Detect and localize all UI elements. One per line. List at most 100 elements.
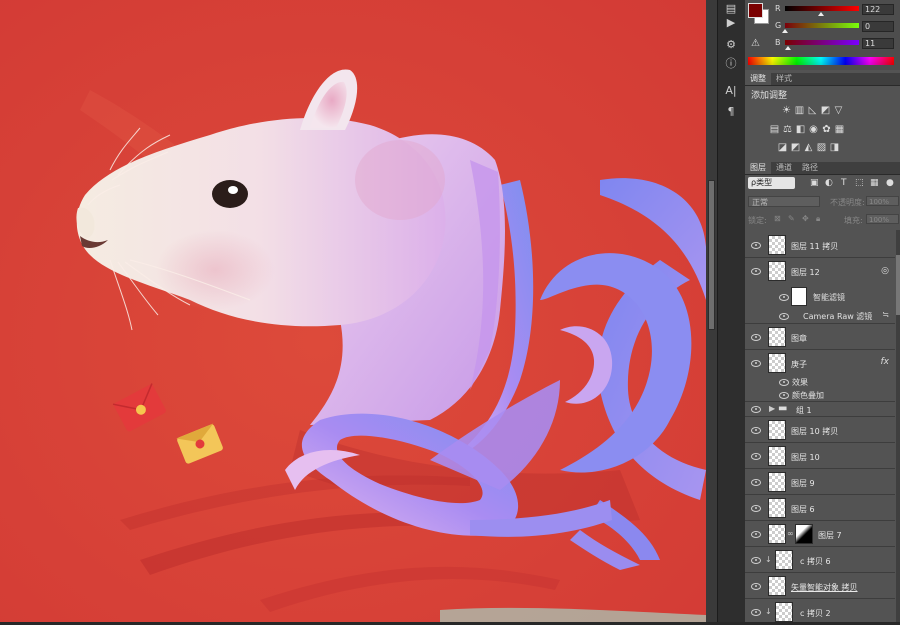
canvas-vertical-scrollbar[interactable] [706, 0, 717, 622]
lock-pixels-icon[interactable]: ✎ [788, 214, 795, 223]
tab-adjustments[interactable]: 调整 [745, 73, 771, 85]
clipping-mask-icon: ↓ [765, 607, 772, 616]
character-icon[interactable]: A| [723, 84, 739, 98]
visibility-eye-icon[interactable] [751, 609, 761, 616]
layer-row[interactable]: ∞ 图层 7 [745, 521, 895, 547]
lock-transparent-icon[interactable]: ⊠ [774, 214, 781, 223]
visibility-eye-icon[interactable] [751, 242, 761, 249]
layer-row[interactable]: 矢量智能对象 拷贝 [745, 573, 895, 599]
filter-adjustment-icon[interactable]: ◐ [825, 178, 833, 188]
threshold-icon[interactable]: ◭ [803, 142, 814, 153]
blue-channel-slider[interactable] [785, 40, 859, 45]
mask-link-icon[interactable]: ∞ [787, 529, 794, 538]
visibility-eye-icon[interactable] [751, 406, 761, 413]
color-balance-icon[interactable]: ⚖ [782, 124, 793, 135]
channel-mixer-icon[interactable]: ✿ [821, 124, 832, 135]
tab-layers[interactable]: 图层 [745, 162, 771, 174]
info-icon[interactable]: ⓘ [723, 57, 739, 71]
filter-options-icon[interactable]: ≒ [882, 310, 889, 319]
green-value-input[interactable]: 0 [862, 21, 894, 32]
layer-row[interactable]: 图层 6 [745, 495, 895, 521]
smart-filter-badge-icon[interactable]: ◎ [881, 266, 889, 276]
red-channel-slider[interactable] [785, 6, 859, 11]
effects-row[interactable]: 效果 [745, 376, 895, 389]
layer-row[interactable]: 庚子 fx [745, 350, 895, 376]
visibility-eye-icon[interactable] [751, 453, 761, 460]
layer-row[interactable]: ↓ c 拷贝 2 [745, 599, 895, 625]
brightness-icon[interactable]: ☀ [781, 105, 792, 116]
group-row[interactable]: ▶ ▬ 组 1 [745, 402, 895, 417]
layer-row[interactable]: 图章 [745, 324, 895, 350]
tab-styles[interactable]: 样式 [771, 73, 797, 85]
opacity-input[interactable]: 100% [866, 196, 899, 206]
vibrance-icon[interactable]: ▽ [833, 105, 844, 116]
fill-input[interactable]: 100% [866, 214, 899, 224]
hue-saturation-icon[interactable]: ▤ [769, 124, 780, 135]
visibility-eye-icon[interactable] [779, 392, 789, 399]
lock-row: 锁定: ⊠ ✎ ✥ 🔒︎ 填充: 100% [748, 214, 899, 226]
visibility-eye-icon[interactable] [779, 379, 789, 386]
layer-effects-fx-icon[interactable]: fx [881, 357, 890, 367]
filter-row[interactable]: Camera Raw 滤镜 ≒ [745, 308, 895, 324]
layer-row[interactable]: 图层 9 [745, 469, 895, 495]
levels-icon[interactable]: ▥ [794, 105, 805, 116]
visibility-eye-icon[interactable] [751, 360, 761, 367]
lock-all-icon[interactable]: 🔒︎ [816, 214, 820, 224]
lock-position-icon[interactable]: ✥ [802, 214, 809, 223]
green-channel-slider[interactable] [785, 23, 859, 28]
visibility-eye-icon[interactable] [751, 557, 761, 564]
history-icon[interactable]: ▤ [723, 2, 739, 16]
gradient-map-icon[interactable]: ▨ [816, 142, 827, 153]
visibility-eye-icon[interactable] [751, 268, 761, 275]
layer-row[interactable]: 图层 10 [745, 443, 895, 469]
exposure-icon[interactable]: ◩ [820, 105, 831, 116]
layers-scrollbar[interactable] [896, 230, 900, 622]
color-spectrum-ramp[interactable] [748, 57, 894, 65]
effect-row[interactable]: 颜色叠加 [745, 389, 895, 402]
foreground-color-swatch[interactable] [748, 3, 763, 18]
scroll-thumb[interactable] [708, 180, 715, 330]
blue-slider-thumb[interactable] [784, 46, 791, 50]
visibility-eye-icon[interactable] [751, 583, 761, 590]
document-canvas[interactable] [0, 0, 706, 622]
filter-pixel-icon[interactable]: ▣ [810, 178, 819, 188]
color-lookup-icon[interactable]: ▦ [834, 124, 845, 135]
red-slider-thumb[interactable] [817, 12, 824, 16]
filter-toggle-icon[interactable]: ● [886, 178, 894, 188]
visibility-eye-icon[interactable] [779, 294, 789, 301]
curves-icon[interactable]: ◺ [807, 105, 818, 116]
layer-row[interactable]: ↓ c 拷贝 6 [745, 547, 895, 573]
visibility-eye-icon[interactable] [751, 427, 761, 434]
layer-mask-thumbnail[interactable] [795, 524, 813, 544]
layer-row[interactable]: 图层 11 拷贝 [745, 232, 895, 258]
paragraph-icon[interactable]: ¶ [723, 105, 739, 119]
visibility-eye-icon[interactable] [779, 313, 789, 320]
layers-scroll-thumb[interactable] [896, 255, 900, 315]
posterize-icon[interactable]: ◩ [790, 142, 801, 153]
visibility-eye-icon[interactable] [751, 531, 761, 538]
visibility-eye-icon[interactable] [751, 334, 761, 341]
blend-mode-select[interactable]: 正常 [748, 196, 820, 207]
black-white-icon[interactable]: ◧ [795, 124, 806, 135]
photo-filter-icon[interactable]: ◉ [808, 124, 819, 135]
tool-presets-icon[interactable]: ⚙ [723, 38, 739, 52]
layer-row[interactable]: 图层 10 拷贝 [745, 417, 895, 443]
blue-value-input[interactable]: 11 [862, 38, 894, 49]
tab-channels[interactable]: 通道 [771, 162, 797, 174]
layer-row[interactable]: 图层 12 ◎ [745, 258, 895, 284]
expand-arrow-icon[interactable]: ▶ [769, 404, 775, 413]
filter-type-icon[interactable]: T [841, 178, 847, 188]
red-value-input[interactable]: 122 [862, 4, 894, 15]
filter-smart-object-icon[interactable]: ▦ [870, 178, 879, 188]
filter-kind-select[interactable]: ρ类型 [748, 177, 795, 189]
play-action-icon[interactable]: ▶ [723, 16, 739, 30]
smart-filters-row[interactable]: 智能滤镜 [745, 284, 895, 308]
tab-paths[interactable]: 路径 [797, 162, 823, 174]
filter-shape-icon[interactable]: ⬚ [855, 178, 864, 188]
selective-color-icon[interactable]: ◨ [829, 142, 840, 153]
visibility-eye-icon[interactable] [751, 505, 761, 512]
visibility-eye-icon[interactable] [751, 479, 761, 486]
green-slider-thumb[interactable] [782, 29, 788, 33]
invert-icon[interactable]: ◪ [777, 142, 788, 153]
gamut-warning-icon[interactable]: ⚠ [751, 38, 760, 49]
